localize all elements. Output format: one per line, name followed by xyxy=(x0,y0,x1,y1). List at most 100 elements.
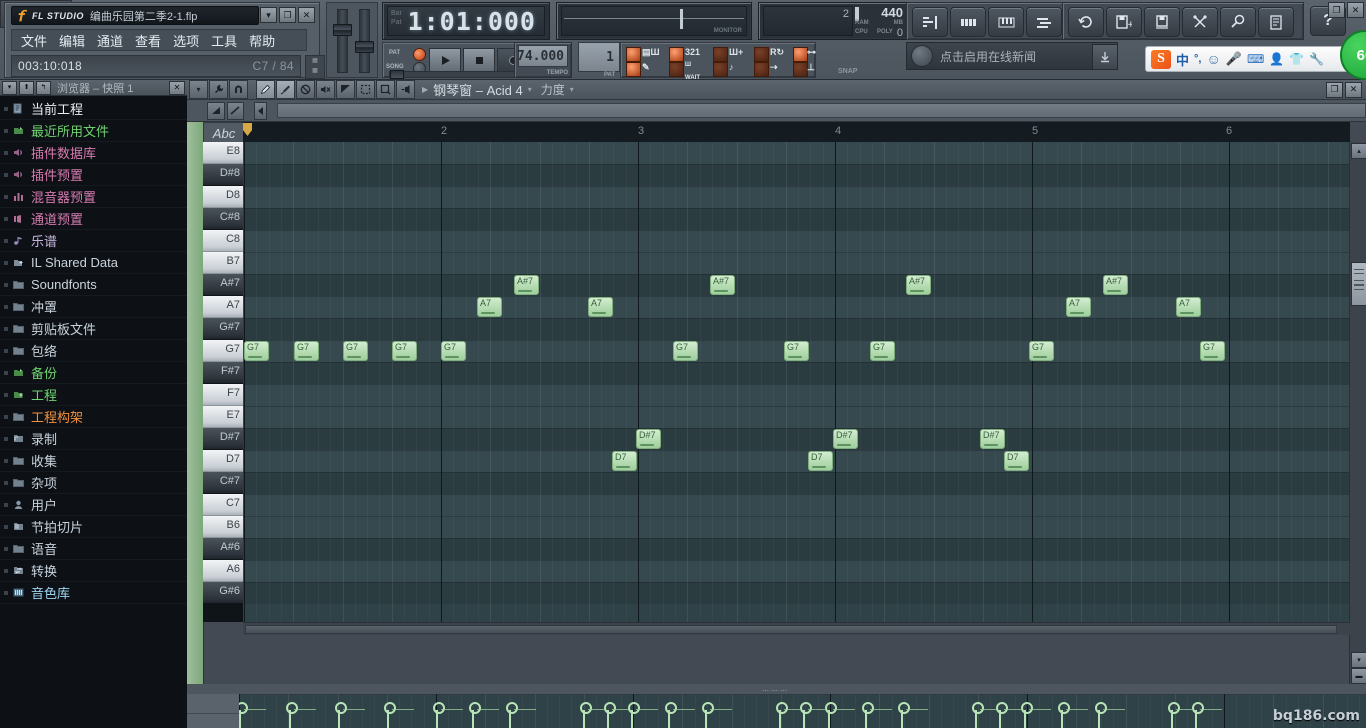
browser-item-22[interactable]: 音色库 xyxy=(0,582,187,604)
sogou-logo-icon[interactable]: S xyxy=(1151,49,1171,69)
menu-dropdown-icon[interactable]: ▾ xyxy=(189,80,208,99)
menu-edit[interactable]: 编辑 xyxy=(54,30,90,51)
piano-roll-note[interactable]: G7 xyxy=(1200,341,1225,361)
piano-roll-note[interactable]: G7 xyxy=(784,341,809,361)
undo-button[interactable] xyxy=(1068,7,1104,37)
toggle-typing-keyboard[interactable] xyxy=(626,47,641,62)
velocity-handle[interactable] xyxy=(335,702,347,714)
toggle-step-edit[interactable] xyxy=(754,62,769,77)
piano-roll-note[interactable]: G7 xyxy=(1029,341,1054,361)
browser-item-21[interactable]: 转换 xyxy=(0,560,187,582)
piano-key-Ds8[interactable]: D#8 xyxy=(203,164,243,186)
horizontal-scrollbar[interactable] xyxy=(243,622,1350,635)
grid-row-Gs6[interactable] xyxy=(243,582,1350,604)
menu-options[interactable]: 选项 xyxy=(168,30,204,51)
toggle-metronome[interactable] xyxy=(626,62,641,77)
song-position-display[interactable]: 003:10:018 C7 / 84 xyxy=(11,55,301,77)
piano-key-A7[interactable]: A7 xyxy=(203,296,243,318)
piano-roll-note[interactable]: A#7 xyxy=(514,275,539,295)
velocity-handle[interactable] xyxy=(506,702,518,714)
piano-roll-grid[interactable]: G7 G7 G7 G7 G7 A7 A#7 A7 D7 D#7 G7 A#7 G7 D7 D#7 G7 A#7 D… xyxy=(243,142,1350,622)
ime-settings-icon[interactable]: 🔧 xyxy=(1309,52,1324,66)
window-titlebar[interactable]: FL STUDIO 编曲乐园第二季2-1.flp xyxy=(11,6,259,25)
piano-key-As6[interactable]: A#6 xyxy=(203,538,243,560)
stop-button[interactable] xyxy=(463,48,495,72)
piano-key-E8[interactable]: E8 xyxy=(203,142,243,164)
piano-key-Cs8[interactable]: C#8 xyxy=(203,208,243,230)
expand-arrow-icon[interactable] xyxy=(4,458,8,463)
velocity-dropdown-arrow[interactable]: ▾ xyxy=(570,85,574,94)
velocity-handle[interactable] xyxy=(1058,702,1070,714)
browser-back-button[interactable]: ↰ xyxy=(36,80,51,95)
save-new-button[interactable]: + xyxy=(1106,7,1142,37)
toggle-portamento[interactable] xyxy=(713,62,728,77)
browser-item-16[interactable]: 收集 xyxy=(0,450,187,472)
browser-item-5[interactable]: 通道预置 xyxy=(0,208,187,230)
piano-roll-note[interactable]: D#7 xyxy=(833,429,858,449)
velocity-handle[interactable] xyxy=(1095,702,1107,714)
piano-roll-note[interactable]: G7 xyxy=(392,341,417,361)
pattern-number-display[interactable]: 1 xyxy=(578,42,620,72)
grid-row-F7[interactable] xyxy=(243,384,1350,406)
piano-roll-note[interactable]: A#7 xyxy=(1103,275,1128,295)
expand-arrow-icon[interactable] xyxy=(4,260,8,265)
horizontal-scroll-thumb[interactable] xyxy=(245,625,1337,634)
grid-row-C8[interactable] xyxy=(243,230,1350,252)
expand-arrow-icon[interactable] xyxy=(4,106,8,111)
browser-button[interactable] xyxy=(1026,7,1062,37)
piano-roll-note[interactable]: G7 xyxy=(343,341,368,361)
abc-toggle[interactable]: Abc xyxy=(203,122,245,144)
timeline-ruler[interactable]: 2 3 4 5 6 xyxy=(243,122,1350,143)
grid-row-D8[interactable] xyxy=(243,186,1350,208)
browser-item-15[interactable]: 录制 xyxy=(0,428,187,450)
menu-help[interactable]: 帮助 xyxy=(244,30,280,51)
velocity-handle[interactable] xyxy=(286,702,298,714)
browser-menu-button[interactable]: ▾ xyxy=(2,80,17,95)
expand-arrow-icon[interactable] xyxy=(4,150,8,155)
top-close-button[interactable]: ✕ xyxy=(1347,2,1364,18)
ime-keyboard-icon[interactable]: ⌨ xyxy=(1247,52,1264,66)
play-button[interactable] xyxy=(429,48,461,72)
piano-roll-close-button[interactable]: ✕ xyxy=(1345,81,1362,98)
piano-roll-note[interactable]: G7 xyxy=(244,341,269,361)
expand-arrow-icon[interactable] xyxy=(4,370,8,375)
ime-voice-icon[interactable]: 🎤 xyxy=(1226,51,1242,67)
piano-roll-note[interactable]: A7 xyxy=(588,297,613,317)
grid-row-B7[interactable] xyxy=(243,252,1350,274)
piano-roll-note[interactable]: A7 xyxy=(1066,297,1091,317)
piano-key-B7[interactable]: B7 xyxy=(203,252,243,274)
master-meter-display[interactable]: MONITOR xyxy=(561,6,747,36)
browser-item-9[interactable]: 冲罩 xyxy=(0,296,187,318)
grid-row-Ds7[interactable] xyxy=(243,428,1350,450)
menu-channels[interactable]: 通道 xyxy=(92,30,128,51)
song-progress-knob[interactable] xyxy=(390,70,404,79)
expand-arrow-icon[interactable] xyxy=(4,304,8,309)
velocity-line-icon[interactable] xyxy=(226,101,245,120)
top-restore-button[interactable]: ❐ xyxy=(1328,2,1345,18)
velocity-handle[interactable] xyxy=(800,702,812,714)
piano-key-D7[interactable]: D7 xyxy=(203,450,243,472)
velocity-bars-area[interactable] xyxy=(239,694,1366,728)
grid-row-Cs7[interactable] xyxy=(243,472,1350,494)
velocity-scroll-left-icon[interactable] xyxy=(254,101,268,120)
piano-key-As7[interactable]: A#7 xyxy=(203,274,243,296)
grid-row-Cs8[interactable] xyxy=(243,208,1350,230)
step-sequencer-button[interactable] xyxy=(950,7,986,37)
velocity-pane-scrollbar[interactable] xyxy=(277,103,1366,118)
grid-row-Ds8[interactable] xyxy=(243,164,1350,186)
piano-roll-note[interactable]: D7 xyxy=(1004,451,1029,471)
velocity-handle[interactable] xyxy=(702,702,714,714)
toggle-midi-link[interactable] xyxy=(793,47,808,62)
velocity-handle[interactable] xyxy=(776,702,788,714)
piano-roll-note[interactable]: A7 xyxy=(477,297,502,317)
piano-key-G7[interactable]: G7 xyxy=(203,340,243,362)
velocity-handle[interactable] xyxy=(825,702,837,714)
velocity-handle[interactable] xyxy=(433,702,445,714)
ime-chinese-mode[interactable]: 中 xyxy=(1176,50,1189,69)
master-volume-fader[interactable] xyxy=(333,9,352,73)
piano-key-C8[interactable]: C8 xyxy=(203,230,243,252)
velocity-label[interactable]: 力度 xyxy=(541,81,565,98)
piano-key-Fs7[interactable]: F#7 xyxy=(203,362,243,384)
velocity-handle[interactable] xyxy=(384,702,396,714)
minimize-button[interactable]: ▾ xyxy=(260,7,277,23)
